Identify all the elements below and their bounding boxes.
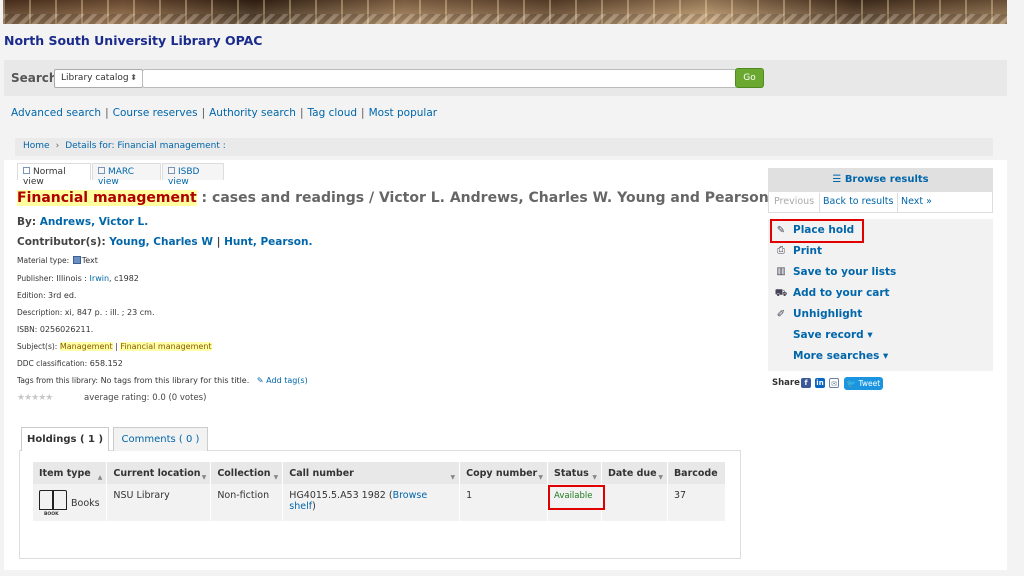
book-icon (168, 167, 175, 174)
cell-location: NSU Library (106, 484, 212, 521)
cell-date-due (601, 484, 668, 521)
average-rating: average rating: 0.0 (0 votes) (84, 393, 207, 403)
add-to-cart-button[interactable]: Add to your cart (793, 287, 890, 299)
contributor-link-1[interactable]: Young, Charles W (109, 236, 213, 248)
more-searches-dropdown[interactable]: More searches ▾ (793, 350, 888, 362)
cart-icon: ⛟ (774, 288, 788, 299)
col-item-type[interactable]: Item type ▲ (33, 462, 108, 484)
search-input[interactable] (142, 69, 738, 88)
tab-marc-view[interactable]: MARC view (92, 163, 161, 187)
tag-icon: ✎ (256, 376, 264, 385)
cell-collection: Non-fiction (210, 484, 284, 521)
advanced-search-link[interactable]: Advanced search (11, 107, 101, 119)
ddc-classification: DDC classification: 658.152 (17, 359, 123, 368)
back-to-results-link[interactable]: Back to results (823, 196, 893, 207)
star-rating[interactable]: ★★★★★ (17, 393, 53, 403)
edition: Edition: 3rd ed. (17, 291, 77, 300)
list-icon (98, 167, 105, 174)
library-banner-image (3, 0, 1007, 24)
cell-item-type: BOOK Books (33, 484, 108, 521)
contributors-line: Contributor(s): Young, Charles W | Hunt,… (17, 236, 313, 248)
save-record-dropdown[interactable]: Save record ▾ (793, 329, 873, 341)
page: North South University Library OPAC Sear… (0, 0, 1024, 576)
description: Description: xi, 847 p. : ill. ; 23 cm. (17, 308, 155, 317)
course-reserves-link[interactable]: Course reserves (113, 107, 198, 119)
subject-link-financial-management[interactable]: Financial management (120, 342, 212, 351)
browse-nav: Previous Back to results Next » (768, 193, 993, 213)
browse-results-toggle[interactable]: ☰ Browse results (768, 168, 993, 192)
col-copy-number[interactable]: Copy number ▼ (459, 462, 549, 484)
pencil-icon: ✐ (776, 309, 786, 320)
breadcrumb-home[interactable]: Home (23, 141, 50, 151)
publisher: Publisher: Illinois : Irwin, c1982 (17, 274, 139, 283)
add-tag-link[interactable]: Add tag(s) (266, 376, 308, 385)
save-to-lists-button[interactable]: Save to your lists (793, 266, 896, 278)
menu-icon: ☰ (832, 174, 842, 185)
cell-call-number: HG4015.5.A53 1982 (Browse shelf) (282, 484, 461, 521)
text-type-icon (72, 256, 81, 264)
table-row: BOOK Books NSU Library Non-fiction HG401… (33, 484, 727, 521)
linkedin-icon[interactable]: in (815, 378, 825, 388)
title-rest: : cases and readings / Victor L. Andrews… (196, 190, 812, 206)
col-date-due[interactable]: Date due ▼ (601, 462, 668, 484)
chevron-down-icon: ⬍ (130, 73, 137, 82)
col-call-number[interactable]: Call number ▼ (282, 462, 461, 484)
tab-holdings[interactable]: Holdings ( 1 ) (21, 427, 109, 451)
contributor-link-2[interactable]: Hunt, Pearson. (224, 236, 312, 248)
cell-copy-number: 1 (459, 484, 549, 521)
author-link[interactable]: Andrews, Victor L. (40, 216, 149, 228)
annotation-box-status (548, 485, 605, 510)
unhighlight-button[interactable]: Unhighlight (793, 308, 862, 320)
breadcrumb: Home › Details for: Financial management : (15, 138, 993, 156)
twitter-icon: 🐦 (846, 379, 857, 388)
tag-cloud-link[interactable]: Tag cloud (308, 107, 358, 119)
subjects: Subject(s): Management | Financial manag… (17, 342, 212, 351)
tab-comments[interactable]: Comments ( 0 ) (113, 427, 208, 451)
author-line: By: Andrews, Victor L. (17, 216, 149, 228)
publisher-link[interactable]: Irwin (90, 274, 109, 283)
col-barcode[interactable]: Barcode (667, 462, 727, 484)
print-button[interactable]: Print (793, 245, 822, 257)
site-title: North South University Library OPAC (4, 33, 263, 48)
authority-search-link[interactable]: Authority search (209, 107, 296, 119)
tweet-button[interactable]: 🐦 Tweet (844, 377, 883, 390)
title-highlight: Financial management (17, 190, 197, 206)
material-type: Material type: Text (17, 256, 98, 265)
share-label: Share (772, 378, 800, 388)
col-collection[interactable]: Collection ▼ (210, 462, 284, 484)
col-current-location[interactable]: Current location ▼ (106, 462, 212, 484)
go-button[interactable]: Go (735, 68, 764, 88)
email-icon[interactable]: ✉ (829, 378, 839, 388)
holdings-header-row: Item type ▲ Current location ▼ Collection ▼… (33, 462, 727, 484)
search-scope-value: Library catalog (61, 73, 129, 83)
library-icon: ▥ (776, 266, 786, 277)
tab-isbd-view[interactable]: ISBD view (162, 163, 224, 187)
tags: Tags from this library: No tags from thi… (17, 376, 308, 385)
isbn: ISBN: 0256026211. (17, 325, 94, 334)
col-status[interactable]: Status ▼ (547, 462, 602, 484)
breadcrumb-current[interactable]: Details for: Financial management : (65, 141, 226, 151)
search-scope-select[interactable]: Library catalog ⬍ (54, 69, 143, 88)
search-bar: Search Library catalog ⬍ Go (4, 60, 1007, 96)
most-popular-link[interactable]: Most popular (369, 107, 438, 119)
tab-normal-view[interactable]: Normal view (17, 163, 91, 187)
cell-barcode: 37 (667, 484, 727, 521)
search-label: Search (11, 71, 58, 85)
facebook-icon[interactable]: f (801, 378, 811, 388)
quick-links: Advanced search | Course reserves | Authorit… (11, 107, 438, 119)
annotation-box-place-hold (770, 219, 864, 243)
holdings-table: Item type ▲ Current location ▼ Collection ▼… (33, 462, 727, 521)
subject-link-management[interactable]: Management (59, 342, 113, 351)
print-icon: ⎙ (777, 245, 785, 256)
next-link[interactable]: Next » (901, 196, 932, 207)
book-icon: BOOK (39, 490, 67, 517)
document-icon (23, 167, 30, 174)
record-title: Financial management : cases and reading… (17, 190, 812, 206)
previous-link: Previous (774, 196, 815, 207)
